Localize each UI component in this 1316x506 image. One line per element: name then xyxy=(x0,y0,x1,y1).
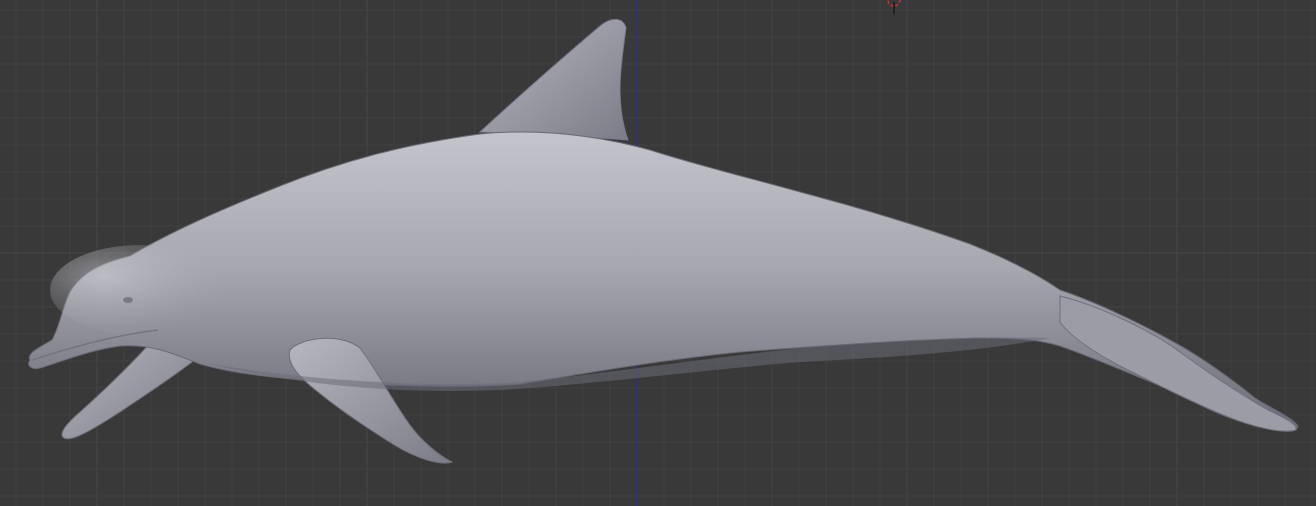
3d-cursor-icon[interactable] xyxy=(887,0,901,14)
dolphin-model[interactable] xyxy=(28,19,1299,464)
dolphin-melon-highlight xyxy=(50,245,230,335)
dolphin-tail-fluke xyxy=(1059,295,1297,432)
dolphin-eye xyxy=(123,297,133,303)
3d-viewport[interactable] xyxy=(0,0,1316,506)
